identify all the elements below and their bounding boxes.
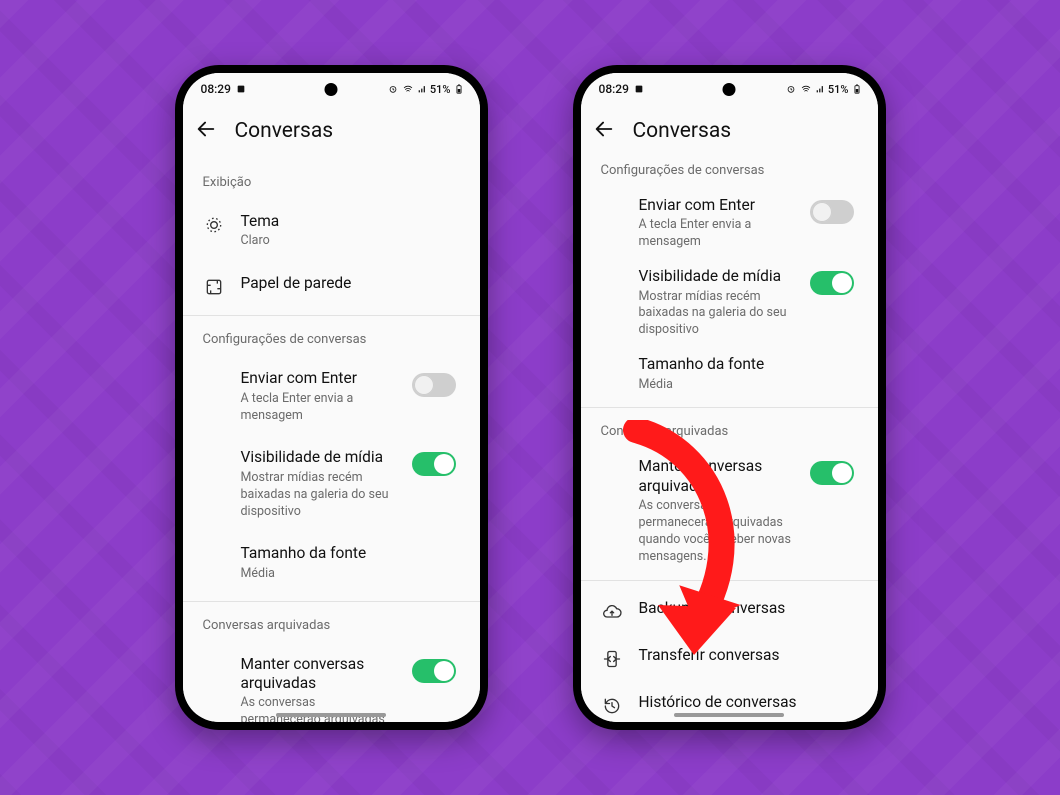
divider xyxy=(183,315,480,316)
status-time: 08:29 xyxy=(599,82,629,96)
row-title: Visibilidade de mídia xyxy=(241,448,396,467)
row-title: Papel de parede xyxy=(241,274,460,293)
toggle-enter-send[interactable] xyxy=(412,373,456,397)
row-subtitle: A tecla Enter envia a mensagem xyxy=(241,391,396,425)
device-transfer-icon xyxy=(602,649,622,669)
alarm-icon xyxy=(785,84,797,94)
row-enter-send[interactable]: Enviar com Enter A tecla Enter envia a m… xyxy=(581,188,878,259)
camera-notch xyxy=(723,83,736,96)
section-archived-header: Conversas arquivadas xyxy=(581,414,878,449)
battery-icon xyxy=(454,83,464,95)
history-icon xyxy=(602,696,622,716)
gesture-bar xyxy=(276,713,386,717)
notification-icon xyxy=(634,84,644,94)
row-subtitle: Média xyxy=(241,566,441,583)
wifi-icon xyxy=(800,84,812,94)
row-subtitle: As conversas permanecerão arquivadas qua… xyxy=(241,695,396,722)
row-backup[interactable]: Backup de conversas xyxy=(581,587,878,634)
row-wallpaper[interactable]: Papel de parede xyxy=(183,262,480,309)
row-title: Manter conversas arquivadas xyxy=(639,457,794,496)
row-title: Tamanho da fonte xyxy=(639,355,858,374)
row-subtitle: Claro xyxy=(241,233,441,250)
status-time: 08:29 xyxy=(201,82,231,96)
signal-icon xyxy=(417,84,427,94)
phone-mockup-2: 08:29 51% Conversas Configurações xyxy=(573,65,886,730)
row-font-size[interactable]: Tamanho da fonte Média xyxy=(581,347,878,401)
row-title: Tema xyxy=(241,212,460,231)
toggle-media-visibility[interactable] xyxy=(412,452,456,476)
toggle-keep-archived[interactable] xyxy=(412,659,456,683)
app-bar: Conversas xyxy=(581,105,878,157)
wallpaper-icon xyxy=(204,277,224,297)
signal-icon xyxy=(815,84,825,94)
toggle-media-visibility[interactable] xyxy=(810,271,854,295)
row-title: Enviar com Enter xyxy=(639,196,794,215)
row-title: Enviar com Enter xyxy=(241,369,396,388)
gesture-bar xyxy=(674,713,784,717)
back-button[interactable] xyxy=(195,118,217,144)
row-title: Transferir conversas xyxy=(639,646,858,665)
status-battery: 51% xyxy=(430,83,451,96)
app-bar: Conversas xyxy=(183,105,480,157)
notification-icon xyxy=(236,84,246,94)
back-button[interactable] xyxy=(593,118,615,144)
row-enter-send[interactable]: Enviar com Enter A tecla Enter envia a m… xyxy=(183,357,480,436)
phone-mockup-1: 08:29 51% Conversas xyxy=(175,65,488,730)
theme-icon xyxy=(204,215,224,235)
row-title: Tamanho da fonte xyxy=(241,544,460,563)
back-arrow-icon xyxy=(195,118,217,140)
page-title: Conversas xyxy=(633,119,732,143)
phones-container: 08:29 51% Conversas xyxy=(0,0,1060,795)
row-title: Visibilidade de mídia xyxy=(639,267,794,286)
wifi-icon xyxy=(402,84,414,94)
page-title: Conversas xyxy=(235,119,334,143)
toggle-enter-send[interactable] xyxy=(810,200,854,224)
row-media-visibility[interactable]: Visibilidade de mídia Mostrar mídias rec… xyxy=(183,436,480,532)
settings-content[interactable]: Exibição Tema Claro Papel de par xyxy=(183,157,480,722)
row-subtitle: Média xyxy=(639,377,839,394)
row-title: Manter conversas arquivadas xyxy=(241,655,396,694)
section-chat-settings-header: Configurações de conversas xyxy=(581,157,878,188)
section-chat-settings-header: Configurações de conversas xyxy=(183,322,480,357)
row-subtitle: A tecla Enter envia a mensagem xyxy=(639,217,794,251)
divider xyxy=(581,407,878,408)
row-keep-archived[interactable]: Manter conversas arquivadas As conversas… xyxy=(581,449,878,573)
section-archived-header: Conversas arquivadas xyxy=(183,608,480,643)
toggle-keep-archived[interactable] xyxy=(810,461,854,485)
row-subtitle: As conversas permanecerão arquivadas qua… xyxy=(639,498,794,566)
section-display-header: Exibição xyxy=(183,157,480,200)
row-subtitle: Mostrar mídias recém baixadas na galeria… xyxy=(639,289,794,340)
back-arrow-icon xyxy=(593,118,615,140)
row-keep-archived[interactable]: Manter conversas arquivadas As conversas… xyxy=(183,643,480,722)
divider xyxy=(581,580,878,581)
cloud-upload-icon xyxy=(602,602,622,622)
row-media-visibility[interactable]: Visibilidade de mídia Mostrar mídias rec… xyxy=(581,259,878,347)
status-battery: 51% xyxy=(828,83,849,96)
battery-icon xyxy=(852,83,862,95)
settings-content[interactable]: Configurações de conversas Enviar com En… xyxy=(581,157,878,722)
row-title: Backup de conversas xyxy=(639,599,858,618)
divider xyxy=(183,601,480,602)
row-subtitle: Mostrar mídias recém baixadas na galeria… xyxy=(241,470,396,521)
row-title: Histórico de conversas xyxy=(639,693,858,712)
alarm-icon xyxy=(387,84,399,94)
row-font-size[interactable]: Tamanho da fonte Média xyxy=(183,532,480,594)
row-theme[interactable]: Tema Claro xyxy=(183,200,480,262)
row-transfer[interactable]: Transferir conversas xyxy=(581,634,878,681)
camera-notch xyxy=(325,83,338,96)
